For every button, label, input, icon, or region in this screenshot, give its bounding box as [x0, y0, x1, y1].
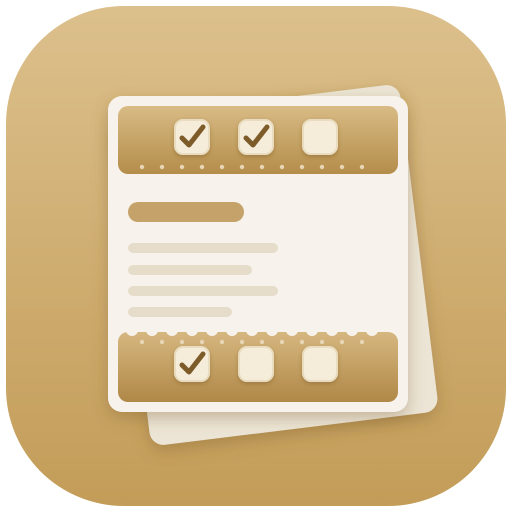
- perforation-dot: [219, 339, 225, 345]
- perforation-dot: [279, 339, 285, 345]
- perforation-dot: [279, 164, 285, 170]
- perforation-notch: [326, 324, 338, 336]
- perforation-dot: [319, 164, 325, 170]
- perforation-notch: [266, 174, 278, 186]
- empty-checkbox-icon: [302, 119, 338, 155]
- text-line: [128, 307, 232, 317]
- text-line: [128, 265, 252, 275]
- perforation-notch: [186, 174, 198, 186]
- perforation-notch: [366, 324, 378, 336]
- perforation-notch: [306, 324, 318, 336]
- checked-checkbox-icon: [238, 119, 274, 155]
- checklist-app-icon: [6, 6, 506, 506]
- perforation-notch: [186, 324, 198, 336]
- document-title-bar: [128, 202, 244, 222]
- perforation-notch: [206, 174, 218, 186]
- perforation-dot: [259, 164, 265, 170]
- perforation-notch: [286, 174, 298, 186]
- perforation-dot: [339, 164, 345, 170]
- perforation-notch: [126, 174, 138, 186]
- perforation-notch: [246, 324, 258, 336]
- perforation-dot: [319, 339, 325, 345]
- top-checkboxes: [174, 119, 338, 155]
- perforation-notch: [166, 174, 178, 186]
- bottom-checkboxes: [174, 346, 338, 382]
- empty-checkbox-icon: [238, 346, 274, 382]
- perforation-dot: [299, 164, 305, 170]
- perforation-dot: [359, 339, 365, 345]
- perforation-dot: [199, 164, 205, 170]
- perforation-dot: [239, 339, 245, 345]
- perforation-dot: [299, 339, 305, 345]
- perforation-dot: [139, 164, 145, 170]
- perforation-dot: [239, 164, 245, 170]
- perforation-dot: [179, 164, 185, 170]
- app-icon-canvas: [0, 0, 512, 512]
- empty-checkbox-icon: [302, 346, 338, 382]
- perforation-notch: [126, 324, 138, 336]
- perforation-notch: [306, 174, 318, 186]
- perforation-notch: [246, 174, 258, 186]
- perforation-dot: [199, 339, 205, 345]
- perforation-dot: [259, 339, 265, 345]
- perforation-dot: [159, 164, 165, 170]
- perforation-dot: [139, 339, 145, 345]
- perforation-notch: [166, 324, 178, 336]
- perforation-dot: [179, 339, 185, 345]
- perforation-dot: [359, 164, 365, 170]
- perforation-notch: [206, 324, 218, 336]
- text-line: [128, 286, 278, 296]
- checked-checkbox-icon: [174, 346, 210, 382]
- checked-checkbox-icon: [174, 119, 210, 155]
- perforation-notch: [286, 324, 298, 336]
- perforation-notch: [146, 324, 158, 336]
- text-line: [128, 243, 278, 253]
- perforation-notch: [226, 174, 238, 186]
- perforation-notch: [346, 174, 358, 186]
- perforation-notch: [326, 174, 338, 186]
- perforation-dot: [159, 339, 165, 345]
- perforation-dot: [219, 164, 225, 170]
- perforation-notch: [366, 174, 378, 186]
- perforation-notch: [146, 174, 158, 186]
- perforation-notch: [266, 324, 278, 336]
- perforation-notch: [226, 324, 238, 336]
- perforation-dot: [339, 339, 345, 345]
- perforation-notch: [346, 324, 358, 336]
